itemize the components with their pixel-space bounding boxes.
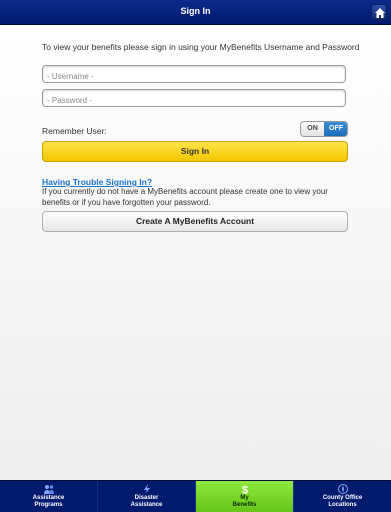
sign-in-button[interactable]: Sign In [42, 141, 348, 162]
intro-text: To view your benefits please sign in usi… [42, 42, 360, 52]
trouble-help-text: If you currently do not have a MyBenefit… [42, 187, 328, 207]
tab-label: My Benefits [232, 495, 257, 508]
tab-label: Assistance Programs [32, 495, 65, 508]
people-icon [43, 485, 54, 494]
tab-assistance-programs[interactable]: Assistance Programs [0, 481, 98, 512]
main-content: To view your benefits please sign in usi… [0, 26, 391, 480]
home-icon [375, 8, 385, 18]
compass-icon [337, 484, 348, 494]
tab-my-benefits[interactable]: $ My Benefits [196, 481, 294, 512]
tab-label: Disaster Assistance [130, 495, 163, 508]
dollar-icon: $ [241, 485, 247, 495]
svg-text:$: $ [241, 485, 247, 495]
tab-disaster-assistance[interactable]: Disaster Assistance [98, 481, 196, 512]
toggle-off-option[interactable]: OFF [324, 122, 347, 136]
password-field-wrapper [42, 89, 346, 109]
header-bar: Sign In [0, 0, 391, 25]
home-button[interactable] [371, 4, 387, 20]
lightning-icon [143, 484, 150, 494]
bottom-tab-bar: Assistance Programs Disaster Assistance $ … [0, 480, 391, 512]
tab-county-office-locations[interactable]: County Office Locations [294, 481, 391, 512]
remember-user-toggle[interactable]: ON OFF [300, 121, 348, 137]
remember-user-label: Remember User: [42, 126, 107, 136]
page-title: Sign In [180, 6, 211, 16]
password-input[interactable] [43, 92, 345, 109]
toggle-on-option[interactable]: ON [301, 122, 324, 136]
trouble-signing-in-link[interactable]: Having Trouble Signing In? [42, 177, 152, 187]
username-field-wrapper [42, 65, 346, 85]
tab-label: County Office Locations [322, 495, 363, 508]
username-input[interactable] [43, 68, 345, 85]
create-account-button[interactable]: Create A MyBenefits Account [42, 211, 348, 232]
